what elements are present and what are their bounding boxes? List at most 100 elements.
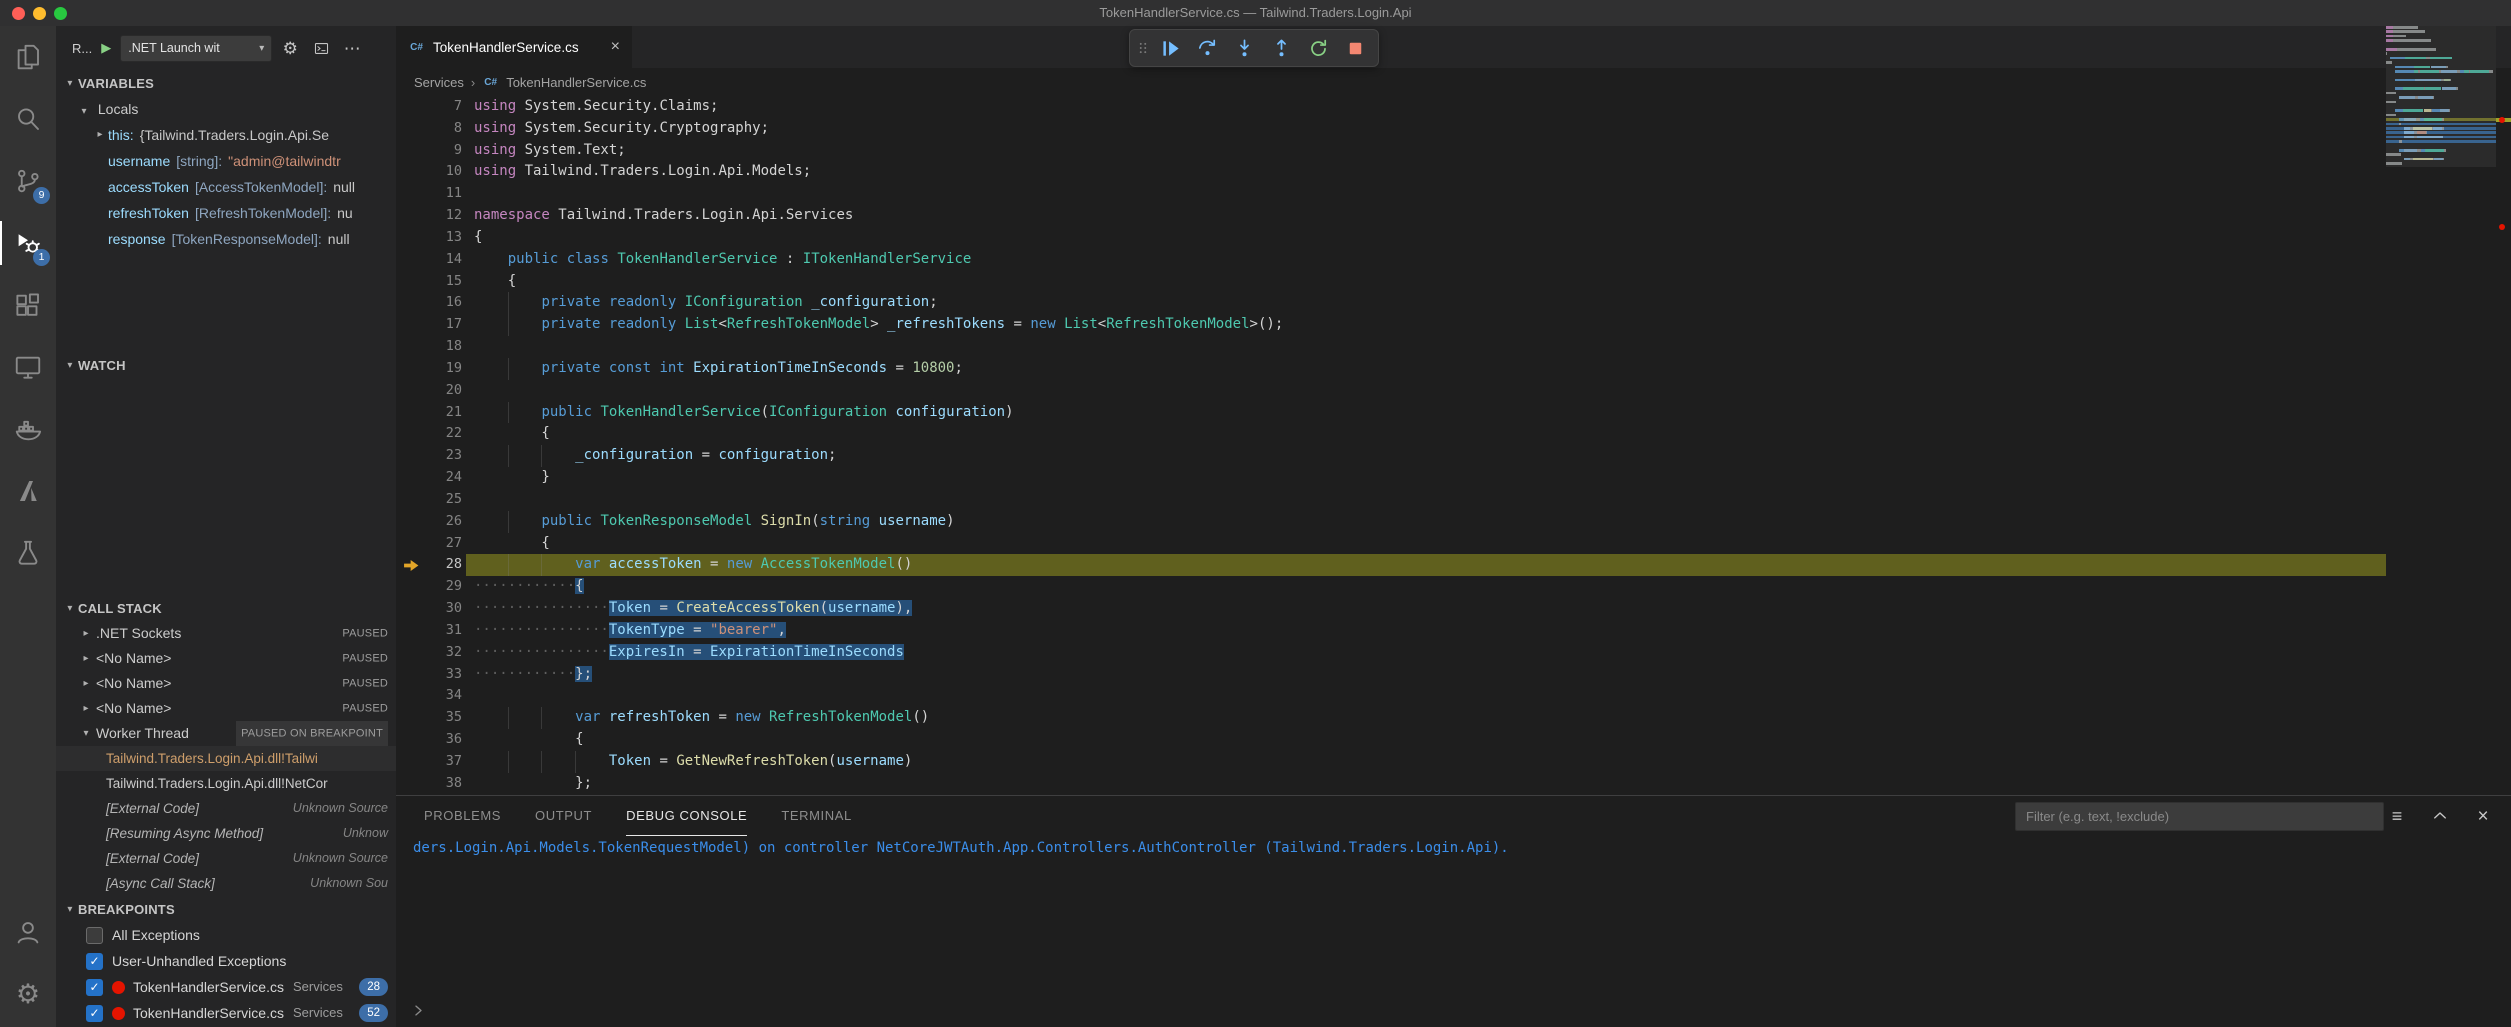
variable-row[interactable]: response[TokenResponseModel]:null	[56, 226, 396, 252]
call-stack-frame[interactable]: Tailwind.Traders.Login.Api.dll!Tailwi	[56, 746, 396, 771]
variable-row[interactable]: ▸this:{Tailwind.Traders.Login.Api.Se	[56, 122, 396, 148]
code-line[interactable]: 19 private const int ExpirationTimeInSec…	[396, 358, 2511, 380]
panel-tab-problems[interactable]: PROBLEMS	[424, 796, 501, 836]
code-line[interactable]: 8using System.Security.Cryptography;	[396, 118, 2511, 140]
close-tab-icon[interactable]: ×	[611, 39, 620, 55]
code-line[interactable]: 26 public TokenResponseModel SignIn(stri…	[396, 511, 2511, 533]
activity-item-settings[interactable]: ⚙	[0, 963, 56, 1025]
variables-section-header[interactable]: ▾ VARIABLES	[56, 70, 396, 96]
variable-row[interactable]: username[string]:"admin@tailwindtr	[56, 148, 396, 174]
code-line[interactable]: 14 public class TokenHandlerService : IT…	[396, 249, 2511, 271]
call-stack-thread[interactable]: ▸<No Name>PAUSED	[56, 646, 396, 671]
call-stack-frame[interactable]: [External Code]Unknown Source	[56, 796, 396, 821]
call-stack-section-header[interactable]: ▾ CALL STACK	[56, 595, 396, 621]
call-stack-thread[interactable]: ▸<No Name>PAUSED	[56, 696, 396, 721]
code-line[interactable]: 11	[396, 183, 2511, 205]
panel-tab-debug-console[interactable]: DEBUG CONSOLE	[626, 796, 747, 836]
breakpoint-row[interactable]: ✓TokenHandlerService.csServices28	[56, 974, 396, 1000]
code-line[interactable]: 16 private readonly IConfiguration _conf…	[396, 292, 2511, 314]
activity-item-source-control[interactable]: 9	[0, 150, 56, 212]
code-line[interactable]: 27 {	[396, 533, 2511, 555]
console-filter-input[interactable]	[2015, 802, 2384, 831]
call-stack-thread[interactable]: ▾Worker ThreadPAUSED ON BREAKPOINT	[56, 721, 396, 746]
panel-tab-output[interactable]: OUTPUT	[535, 796, 592, 836]
breadcrumb[interactable]: Services › C# TokenHandlerService.cs	[396, 68, 2511, 96]
drag-handle-icon[interactable]	[1134, 36, 1152, 60]
code-line[interactable]: 13{	[396, 227, 2511, 249]
code-line[interactable]: 32················ExpiresIn = Expiration…	[396, 642, 2511, 664]
call-stack-thread[interactable]: ▸.NET SocketsPAUSED	[56, 621, 396, 646]
scope-locals[interactable]: ▾ Locals	[56, 96, 396, 122]
breakpoint-checkbox[interactable]: ✓	[86, 1005, 103, 1022]
overview-ruler[interactable]	[2496, 26, 2511, 725]
code-line[interactable]: 17 private readonly List<RefreshTokenMod…	[396, 314, 2511, 336]
activity-item-docker[interactable]	[0, 398, 56, 460]
code-line[interactable]: 10using Tailwind.Traders.Login.Api.Model…	[396, 161, 2511, 183]
activity-item-run-and-debug[interactable]: 1	[0, 212, 56, 274]
code-line[interactable]: 34	[396, 685, 2511, 707]
code-line[interactable]: 24 }	[396, 467, 2511, 489]
gear-icon[interactable]: ⚙	[281, 39, 299, 57]
list-icon[interactable]: ≡	[2387, 806, 2407, 826]
code-line[interactable]: 25	[396, 489, 2511, 511]
breakpoint-row[interactable]: ✓TokenHandlerService.csServices52	[56, 1000, 396, 1026]
activity-item-azure[interactable]	[0, 460, 56, 522]
activity-item-remote-explorer[interactable]	[0, 336, 56, 398]
code-line[interactable]: 29············{	[396, 576, 2511, 598]
breakpoint-row[interactable]: All Exceptions	[56, 922, 396, 948]
console-prompt-icon[interactable]	[411, 1003, 427, 1019]
code-line[interactable]: 35 var refreshToken = new RefreshTokenMo…	[396, 707, 2511, 729]
code-line[interactable]: 7using System.Security.Claims;	[396, 96, 2511, 118]
code-line[interactable]: 12namespace Tailwind.Traders.Login.Api.S…	[396, 205, 2511, 227]
activity-item-explorer[interactable]	[0, 26, 56, 88]
step-out-button[interactable]	[1263, 30, 1300, 66]
variable-row[interactable]: refreshToken[RefreshTokenModel]:nu	[56, 200, 396, 226]
code-line[interactable]: 30················Token = CreateAccessTo…	[396, 598, 2511, 620]
breakpoints-section-header[interactable]: ▾ BREAKPOINTS	[56, 896, 396, 922]
minimap-slider[interactable]	[2386, 26, 2496, 167]
code-line[interactable]: 23 _configuration = configuration;	[396, 445, 2511, 467]
code-line[interactable]: 33············};	[396, 664, 2511, 686]
stop-button[interactable]	[1337, 30, 1374, 66]
code-line[interactable]: 18	[396, 336, 2511, 358]
breakpoint-checkbox[interactable]: ✓	[86, 953, 103, 970]
tab-tokenhandlerservice[interactable]: C# TokenHandlerService.cs ×	[396, 26, 632, 68]
breakpoint-checkbox[interactable]	[86, 927, 103, 944]
call-stack-frame[interactable]: [External Code]Unknown Source	[56, 846, 396, 871]
code-line[interactable]: 22 {	[396, 423, 2511, 445]
step-over-button[interactable]	[1189, 30, 1226, 66]
breadcrumb-folder[interactable]: Services	[414, 75, 464, 90]
code-line[interactable]: 9using System.Text;	[396, 140, 2511, 162]
watch-section-header[interactable]: ▾ WATCH	[56, 352, 396, 378]
call-stack-frame[interactable]: [Resuming Async Method]Unknow	[56, 821, 396, 846]
breakpoint-row[interactable]: ✓User-Unhandled Exceptions	[56, 948, 396, 974]
variable-row[interactable]: accessToken[AccessTokenModel]:null	[56, 174, 396, 200]
repl-icon[interactable]	[312, 39, 330, 57]
continue-button[interactable]	[1152, 30, 1189, 66]
activity-item-extensions[interactable]	[0, 274, 56, 336]
code-line[interactable]: 21 public TokenHandlerService(IConfigura…	[396, 402, 2511, 424]
call-stack-thread[interactable]: ▸<No Name>PAUSED	[56, 671, 396, 696]
code-line[interactable]: 28 var accessToken = new AccessTokenMode…	[396, 554, 2511, 576]
maximize-panel-icon[interactable]	[2430, 806, 2450, 826]
code-line[interactable]: 20	[396, 380, 2511, 402]
restart-button[interactable]	[1300, 30, 1337, 66]
code-line[interactable]: 31················TokenType = "bearer",	[396, 620, 2511, 642]
code-line[interactable]: 36 {	[396, 729, 2511, 751]
code-editor[interactable]: 7using System.Security.Claims;8using Sys…	[396, 96, 2511, 795]
minimap[interactable]	[2386, 26, 2496, 725]
activity-item-accounts[interactable]	[0, 901, 56, 963]
code-line[interactable]: 15 {	[396, 271, 2511, 293]
code-line[interactable]: 38 };	[396, 773, 2511, 795]
call-stack-frame[interactable]: [Async Call Stack]Unknown Sou	[56, 871, 396, 896]
launch-config-select[interactable]: .NET Launch wit ▾	[120, 35, 272, 62]
step-into-button[interactable]	[1226, 30, 1263, 66]
activity-item-search[interactable]	[0, 88, 56, 150]
code-line[interactable]: 37 Token = GetNewRefreshToken(username)	[396, 751, 2511, 773]
activity-item-testing[interactable]	[0, 522, 56, 584]
start-debugging-button[interactable]: ▶	[101, 40, 111, 56]
more-icon[interactable]: ⋯	[343, 39, 361, 57]
breakpoint-checkbox[interactable]: ✓	[86, 979, 103, 996]
breadcrumb-file[interactable]: TokenHandlerService.cs	[506, 75, 646, 90]
close-panel-icon[interactable]: ×	[2473, 806, 2493, 826]
